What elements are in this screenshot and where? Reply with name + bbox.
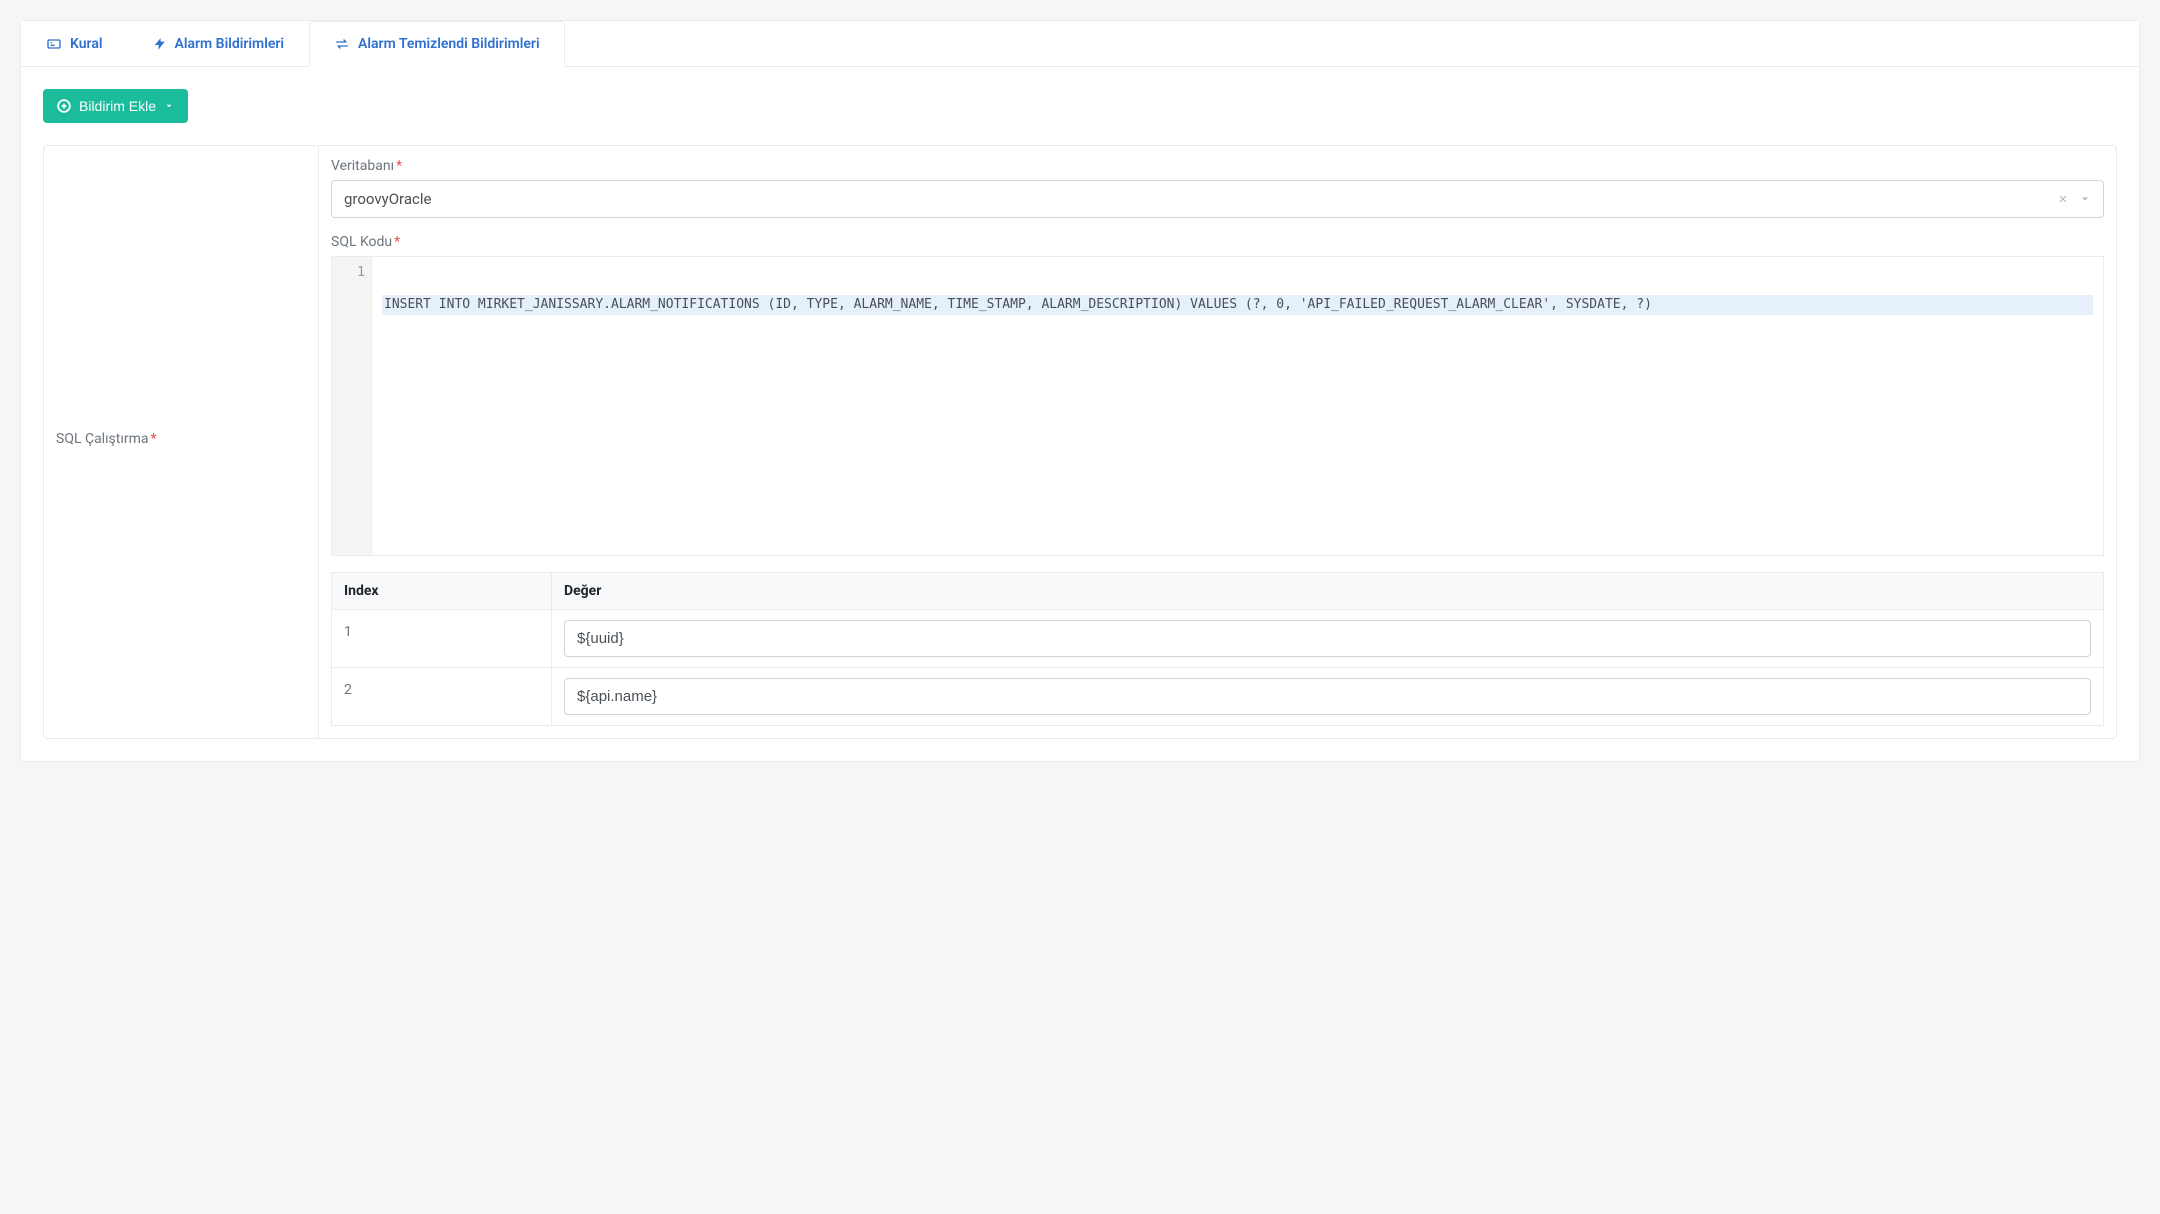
header-value: Değer (552, 573, 2104, 610)
table-row: 2 (332, 668, 2104, 726)
params-table: Index Değer 1 (331, 572, 2104, 726)
right-pane: Veritabanı* groovyOracle (319, 146, 2116, 738)
plus-icon (57, 99, 71, 113)
sql-code-label: SQL Kodu* (331, 234, 2104, 250)
form-area: SQL Çalıştırma* Veritabanı* groovyOracle (43, 145, 2117, 739)
database-select[interactable]: groovyOracle (331, 180, 2104, 218)
add-notification-label: Bildirim Ekle (79, 98, 156, 114)
sql-code-editor[interactable]: 1 INSERT INTO MIRKET_JANISSARY.ALARM_NOT… (331, 256, 2104, 556)
table-row: 1 (332, 610, 2104, 668)
database-value: groovyOracle (344, 190, 431, 208)
tabs-bar: Kural Alarm Bildirimleri Alarm Temizlend… (21, 21, 2139, 67)
param-value-input[interactable] (564, 620, 2091, 657)
param-index-cell: 1 (332, 610, 552, 668)
tab-rule[interactable]: Kural (21, 21, 128, 67)
bolt-icon (153, 36, 167, 52)
param-value-cell (552, 610, 2104, 668)
param-index-cell: 2 (332, 668, 552, 726)
code-gutter: 1 (332, 257, 372, 555)
chevron-down-icon[interactable] (2079, 193, 2091, 205)
caret-down-icon (164, 101, 174, 111)
code-body[interactable]: INSERT INTO MIRKET_JANISSARY.ALARM_NOTIF… (372, 257, 2103, 555)
tab-content: Bildirim Ekle SQL Çalıştırma* Veritabanı… (21, 67, 2139, 761)
sql-run-label: SQL Çalıştırma* (56, 431, 157, 447)
exchange-icon (334, 36, 350, 52)
left-pane: SQL Çalıştırma* (44, 146, 319, 738)
param-value-cell (552, 668, 2104, 726)
rule-icon (46, 36, 62, 52)
tab-rule-label: Kural (70, 36, 103, 52)
table-header-row: Index Değer (332, 573, 2104, 610)
tab-alarm-cleared-notifications[interactable]: Alarm Temizlendi Bildirimleri (309, 21, 565, 67)
database-label: Veritabanı* (331, 158, 2104, 174)
header-index: Index (332, 573, 552, 610)
tab-alarm-notifications-label: Alarm Bildirimleri (175, 36, 285, 52)
tab-alarm-cleared-notifications-label: Alarm Temizlendi Bildirimleri (358, 36, 540, 52)
select-clear-icon[interactable] (2057, 193, 2069, 205)
tab-alarm-notifications[interactable]: Alarm Bildirimleri (128, 21, 310, 67)
add-notification-button[interactable]: Bildirim Ekle (43, 89, 188, 123)
param-value-input[interactable] (564, 678, 2091, 715)
sql-code-text: INSERT INTO MIRKET_JANISSARY.ALARM_NOTIF… (382, 295, 2093, 315)
